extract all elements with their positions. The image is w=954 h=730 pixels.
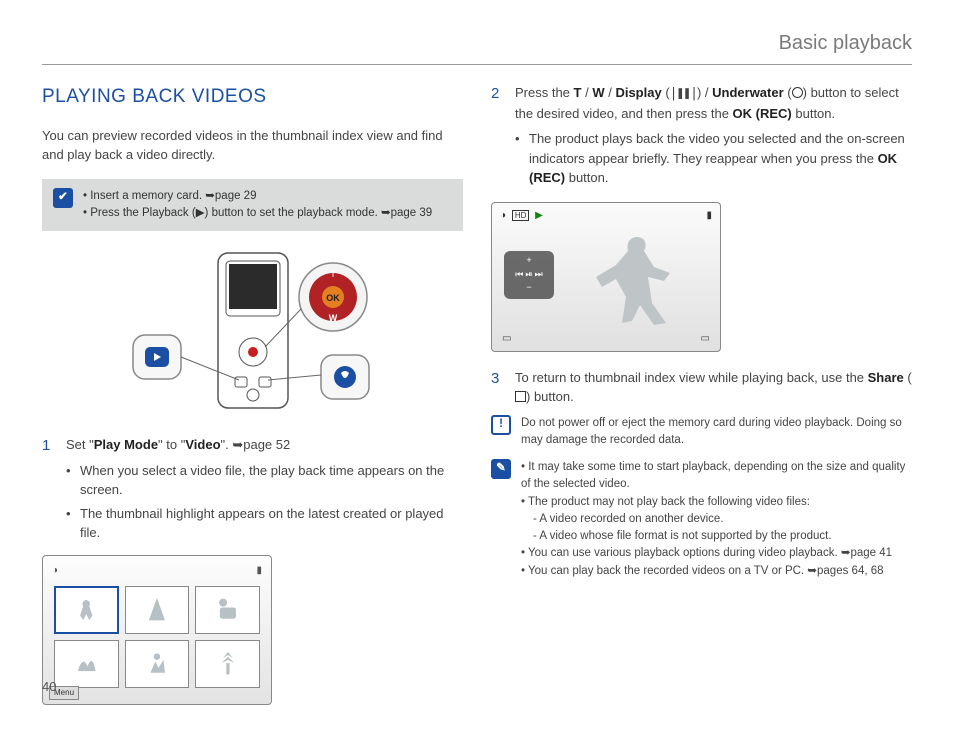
warning-icon: !: [491, 415, 511, 435]
battery-icon: ▮: [256, 563, 262, 578]
step-3: 3 To return to thumbnail index view whil…: [491, 368, 912, 407]
step-1: 1 Set "Play Mode" to "Video". ➥page 52 W…: [42, 435, 463, 547]
note-item: The product may not play back the follow…: [521, 494, 912, 546]
thumbnail-item: [54, 640, 119, 688]
display-icon: ▭: [701, 331, 710, 346]
play-icon: ▶: [535, 210, 543, 221]
step3-text: To return to thumbnail index view while …: [515, 370, 912, 405]
device-illustration: OK T W: [42, 247, 463, 417]
prereq-item: Press the Playback (▶) button to set the…: [83, 205, 432, 222]
step-2: 2 Press the T / W / Display (|❚❚|) / Und…: [491, 83, 912, 192]
note-icon: ✎: [491, 459, 511, 479]
step2-bullet: The product plays back the video you sel…: [515, 129, 912, 188]
playback-controls-overlay: + ⏮ ⏯ ⏭ −: [504, 251, 554, 299]
note-item: It may take some time to start playback,…: [521, 459, 912, 494]
note-item: You can use various playback options dur…: [521, 545, 912, 562]
thumbnail-item: [195, 640, 260, 688]
silhouette-graphic: [582, 227, 692, 333]
step1-bullet: The thumbnail highlight appears on the l…: [66, 504, 463, 543]
play-pause-icon: ⏯: [525, 268, 532, 282]
prerequisite-box: ✔ Insert a memory card. ➥page 29 Press t…: [42, 179, 463, 232]
step1-text: Set "Play Mode" to "Video". ➥page 52: [66, 437, 290, 452]
menu-icon: ▭: [502, 331, 511, 346]
note-item: You can play back the recorded videos on…: [521, 563, 912, 580]
step-number: 2: [491, 83, 505, 192]
hd-badge: HD: [512, 210, 530, 221]
thumbnail-item: [125, 586, 190, 634]
volume-plus-icon: +: [526, 254, 531, 268]
step-number: 1: [42, 435, 56, 547]
thumbnail-item: [125, 640, 190, 688]
note-subitem: A video recorded on another device.: [533, 511, 912, 528]
warning-text: Do not power off or eject the memory car…: [521, 415, 912, 450]
step2-text: Press the T / W / Display (|❚❚|) / Under…: [515, 85, 899, 121]
check-icon: ✔: [53, 188, 73, 208]
playback-screen-illustration: ◑ HD ▶ ▮ + ⏮ ⏯ ⏭ −: [491, 202, 721, 352]
note-subitem: A video whose file format is not support…: [533, 528, 912, 545]
thumbnail-index-illustration: ◑ ▮: [42, 555, 272, 705]
storage-icon: ◑: [52, 563, 58, 578]
step-number: 3: [491, 368, 505, 407]
prereq-item: Insert a memory card. ➥page 29: [83, 188, 432, 205]
volume-minus-icon: −: [526, 281, 531, 295]
page-chapter-title: Basic playback: [42, 28, 912, 65]
page-number: 40: [42, 677, 56, 697]
info-note: ✎ It may take some time to start playbac…: [491, 459, 912, 580]
section-title: PLAYING BACK VIDEOS: [42, 83, 463, 112]
prev-icon: ⏮: [515, 268, 523, 282]
prerequisite-list: Insert a memory card. ➥page 29 Press the…: [83, 188, 432, 223]
svg-text:T: T: [330, 269, 336, 279]
intro-text: You can preview recorded videos in the t…: [42, 126, 463, 165]
step1-bullet: When you select a video file, the play b…: [66, 461, 463, 500]
svg-text:OK: OK: [326, 293, 340, 303]
next-icon: ⏭: [535, 268, 543, 282]
storage-icon: ◑: [500, 210, 506, 221]
svg-text:W: W: [328, 313, 337, 323]
thumbnail-item: [54, 586, 119, 634]
thumbnail-item: [195, 586, 260, 634]
battery-icon: ▮: [706, 208, 712, 223]
warning-note: ! Do not power off or eject the memory c…: [491, 415, 912, 450]
